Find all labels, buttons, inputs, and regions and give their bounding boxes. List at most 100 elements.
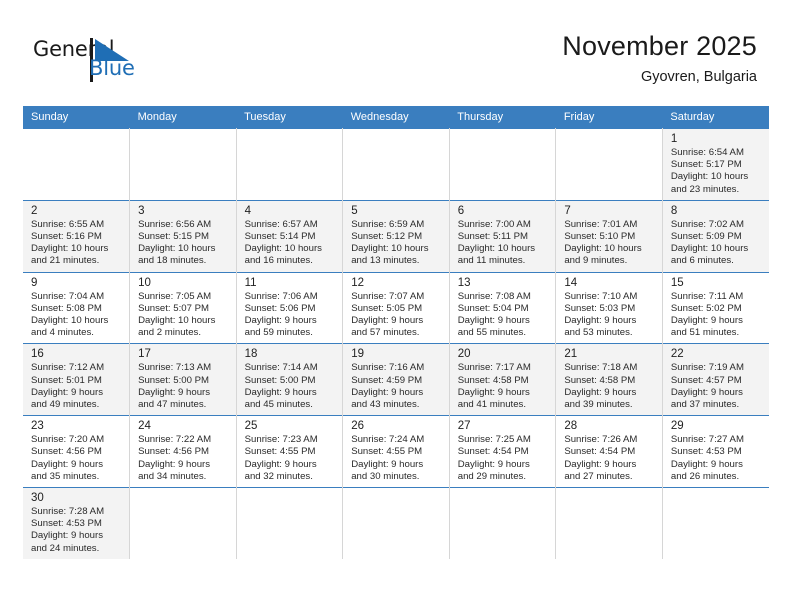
day-number: 16 — [31, 348, 44, 361]
calendar-cell-empty — [236, 487, 344, 559]
calendar-day-cell-20[interactable]: 20 Sunrise: 7:17 AM Sunset: 4:58 PM Dayligh… — [449, 343, 557, 416]
calendar-day-cell-26[interactable]: 26 Sunrise: 7:24 AM Sunset: 4:55 PM Dayligh… — [342, 415, 450, 488]
calendar-day-cell-29[interactable]: 29 Sunrise: 7:27 AM Sunset: 4:53 PM Dayligh… — [662, 415, 769, 488]
calendar-day-cell-24[interactable]: 24 Sunrise: 7:22 AM Sunset: 4:56 PM Dayligh… — [129, 415, 237, 488]
daylight-text-line1: Daylight: 9 hours — [564, 458, 637, 470]
daylight-text-line1: Daylight: 9 hours — [244, 386, 317, 398]
weekday-header-friday: Friday — [555, 106, 663, 129]
day-number: 20 — [457, 348, 471, 361]
daylight-text-line2: and 34 minutes. — [138, 470, 207, 482]
calendar-day-cell-19[interactable]: 19 Sunrise: 7:16 AM Sunset: 4:59 PM Dayligh… — [342, 343, 450, 416]
cell-inner: 6 Sunrise: 7:00 AM Sunset: 5:11 PM Daylight… — [450, 201, 556, 272]
sunset-text: Sunset: 4:54 PM — [564, 446, 636, 458]
cell-inner: 19 Sunrise: 7:16 AM Sunset: 4:59 PM Dayligh… — [343, 344, 449, 415]
calendar-day-cell-23[interactable]: 23 Sunrise: 7:20 AM Sunset: 4:56 PM Dayligh… — [23, 415, 131, 488]
calendar-day-cell-7[interactable]: 7 Sunrise: 7:01 AM Sunset: 5:10 PM Daylight… — [555, 199, 663, 273]
calendar-day-cell-16[interactable]: 16 Sunrise: 7:12 AM Sunset: 5:01 PM Dayligh… — [23, 343, 131, 416]
sunset-text: Sunset: 5:17 PM — [670, 159, 742, 171]
daylight-text-line1: Daylight: 9 hours — [138, 386, 211, 398]
daylight-text-line2: and 4 minutes. — [31, 327, 94, 339]
calendar-day-cell-13[interactable]: 13 Sunrise: 7:08 AM Sunset: 5:04 PM Dayligh… — [449, 271, 557, 344]
calendar-day-cell-11[interactable]: 11 Sunrise: 7:06 AM Sunset: 5:06 PM Dayligh… — [236, 271, 344, 344]
calendar-day-cell-21[interactable]: 21 Sunrise: 7:18 AM Sunset: 4:58 PM Dayligh… — [555, 343, 663, 416]
daylight-text-line2: and 53 minutes. — [564, 327, 633, 339]
calendar-day-cell-22[interactable]: 22 Sunrise: 7:19 AM Sunset: 4:57 PM Dayligh… — [662, 343, 769, 416]
calendar-day-cell-4[interactable]: 4 Sunrise: 6:57 AM Sunset: 5:14 PM Daylight… — [236, 199, 344, 273]
calendar-page: General Blue November 2025 Gyovren, Bulg… — [0, 0, 792, 612]
day-number: 6 — [457, 204, 465, 217]
cell-inner: 2 Sunrise: 6:55 AM Sunset: 5:16 PM Daylight… — [23, 201, 129, 272]
daylight-text-line2: and 32 minutes. — [244, 470, 313, 482]
calendar-header-row: Sunday Monday Tuesday Wednesday Thursday Frid… — [23, 106, 769, 129]
cell-inner — [237, 488, 343, 555]
calendar-day-cell-5[interactable]: 5 Sunrise: 6:59 AM Sunset: 5:12 PM Daylight… — [342, 199, 450, 273]
daylight-text-line2: and 41 minutes. — [457, 399, 527, 411]
daylight-text-line1: Daylight: 9 hours — [244, 458, 317, 470]
day-number: 4 — [244, 204, 252, 217]
cell-inner: 29 Sunrise: 7:27 AM Sunset: 4:53 PM Dayligh… — [663, 416, 769, 487]
cell-inner: 4 Sunrise: 6:57 AM Sunset: 5:14 PM Daylight… — [237, 201, 343, 272]
calendar-day-cell-15[interactable]: 15 Sunrise: 7:11 AM Sunset: 5:02 PM Dayligh… — [662, 271, 769, 344]
sunrise-text: Sunrise: 6:59 AM — [351, 218, 425, 230]
cell-inner: 8 Sunrise: 7:02 AM Sunset: 5:09 PM Daylight… — [663, 201, 769, 272]
sunset-text: Sunset: 5:10 PM — [564, 231, 636, 243]
day-number: 24 — [138, 420, 151, 433]
cell-inner: 16 Sunrise: 7:12 AM Sunset: 5:01 PM Dayligh… — [23, 344, 129, 415]
cell-inner: 11 Sunrise: 7:06 AM Sunset: 5:06 PM Dayligh… — [237, 273, 343, 344]
sunset-text: Sunset: 4:58 PM — [457, 374, 529, 386]
daylight-text-line2: and 37 minutes. — [670, 399, 740, 411]
daylight-text-line2: and 16 minutes. — [244, 255, 313, 267]
calendar-day-cell-12[interactable]: 12 Sunrise: 7:07 AM Sunset: 5:05 PM Dayligh… — [342, 271, 450, 344]
calendar-day-cell-14[interactable]: 14 Sunrise: 7:10 AM Sunset: 5:03 PM Dayligh… — [555, 271, 663, 344]
calendar-day-cell-9[interactable]: 9 Sunrise: 7:04 AM Sunset: 5:08 PM Daylight… — [23, 271, 131, 344]
calendar-day-cell-17[interactable]: 17 Sunrise: 7:13 AM Sunset: 5:00 PM Dayligh… — [129, 343, 237, 416]
daylight-text-line1: Daylight: 10 hours — [457, 243, 536, 255]
calendar-day-cell-27[interactable]: 27 Sunrise: 7:25 AM Sunset: 4:54 PM Dayligh… — [449, 415, 557, 488]
cell-inner: 17 Sunrise: 7:13 AM Sunset: 5:00 PM Dayligh… — [130, 344, 236, 415]
daylight-text-line2: and 26 minutes. — [670, 470, 740, 482]
daylight-text-line1: Daylight: 10 hours — [351, 243, 429, 255]
calendar-table: Sunday Monday Tuesday Wednesday Thursday Frid… — [23, 106, 769, 559]
calendar-day-cell-2[interactable]: 2 Sunrise: 6:55 AM Sunset: 5:16 PM Daylight… — [23, 199, 131, 273]
day-number: 21 — [564, 348, 578, 361]
calendar-day-cell-10[interactable]: 10 Sunrise: 7:05 AM Sunset: 5:07 PM Dayligh… — [129, 271, 237, 344]
sunset-text: Sunset: 4:55 PM — [351, 446, 423, 458]
general-blue-logo[interactable]: General Blue — [33, 38, 163, 86]
sunset-text: Sunset: 5:11 PM — [457, 231, 528, 243]
calendar-week-row: 16 Sunrise: 7:12 AM Sunset: 5:01 PM Dayligh… — [23, 343, 769, 416]
calendar-cell-empty — [449, 128, 557, 201]
sunrise-text: Sunrise: 7:12 AM — [31, 362, 105, 374]
sunset-text: Sunset: 5:01 PM — [31, 374, 102, 386]
calendar-day-cell-28[interactable]: 28 Sunrise: 7:26 AM Sunset: 4:54 PM Dayligh… — [555, 415, 663, 488]
calendar-day-cell-1[interactable]: 1 Sunrise: 6:54 AM Sunset: 5:17 PM Daylight… — [662, 128, 769, 201]
calendar-day-cell-8[interactable]: 8 Sunrise: 7:02 AM Sunset: 5:09 PM Daylight… — [662, 199, 769, 273]
page-title: November 2025 — [562, 31, 757, 61]
calendar-day-cell-25[interactable]: 25 Sunrise: 7:23 AM Sunset: 4:55 PM Dayligh… — [236, 415, 344, 488]
day-number: 30 — [31, 492, 44, 505]
cell-inner: 20 Sunrise: 7:17 AM Sunset: 4:58 PM Dayligh… — [450, 344, 556, 415]
day-number: 28 — [564, 420, 578, 433]
page-header: General Blue November 2025 Gyovren, Bulg… — [0, 0, 792, 104]
day-number: 8 — [670, 204, 678, 217]
calendar-day-cell-3[interactable]: 3 Sunrise: 6:56 AM Sunset: 5:15 PM Daylight… — [129, 199, 237, 273]
cell-inner: 5 Sunrise: 6:59 AM Sunset: 5:12 PM Daylight… — [343, 201, 449, 272]
calendar-week-row: 2 Sunrise: 6:55 AM Sunset: 5:16 PM Daylight… — [23, 199, 769, 273]
sunset-text: Sunset: 5:03 PM — [564, 302, 636, 314]
calendar-day-cell-18[interactable]: 18 Sunrise: 7:14 AM Sunset: 5:00 PM Dayligh… — [236, 343, 344, 416]
sunrise-text: Sunrise: 6:57 AM — [244, 218, 318, 230]
sunrise-text: Sunrise: 7:20 AM — [31, 434, 105, 446]
daylight-text-line2: and 51 minutes. — [670, 327, 740, 339]
calendar-body: 1 Sunrise: 6:54 AM Sunset: 5:17 PM Daylight… — [23, 128, 769, 559]
sunrise-text: Sunrise: 7:05 AM — [138, 290, 212, 302]
daylight-text-line1: Daylight: 10 hours — [564, 243, 642, 255]
daylight-text-line2: and 9 minutes. — [564, 255, 628, 267]
sunrise-text: Sunrise: 7:17 AM — [457, 362, 531, 374]
cell-inner: 3 Sunrise: 6:56 AM Sunset: 5:15 PM Daylight… — [130, 201, 236, 272]
cell-inner: 30 Sunrise: 7:28 AM Sunset: 4:53 PM Dayligh… — [23, 488, 129, 559]
sunrise-text: Sunrise: 7:19 AM — [670, 362, 744, 374]
calendar-day-cell-30[interactable]: 30 Sunrise: 7:28 AM Sunset: 4:53 PM Dayligh… — [23, 487, 131, 559]
sunset-text: Sunset: 5:16 PM — [31, 231, 102, 243]
calendar-day-cell-6[interactable]: 6 Sunrise: 7:00 AM Sunset: 5:11 PM Daylight… — [449, 199, 557, 273]
daylight-text-line2: and 21 minutes. — [31, 255, 100, 267]
daylight-text-line2: and 35 minutes. — [31, 470, 100, 482]
